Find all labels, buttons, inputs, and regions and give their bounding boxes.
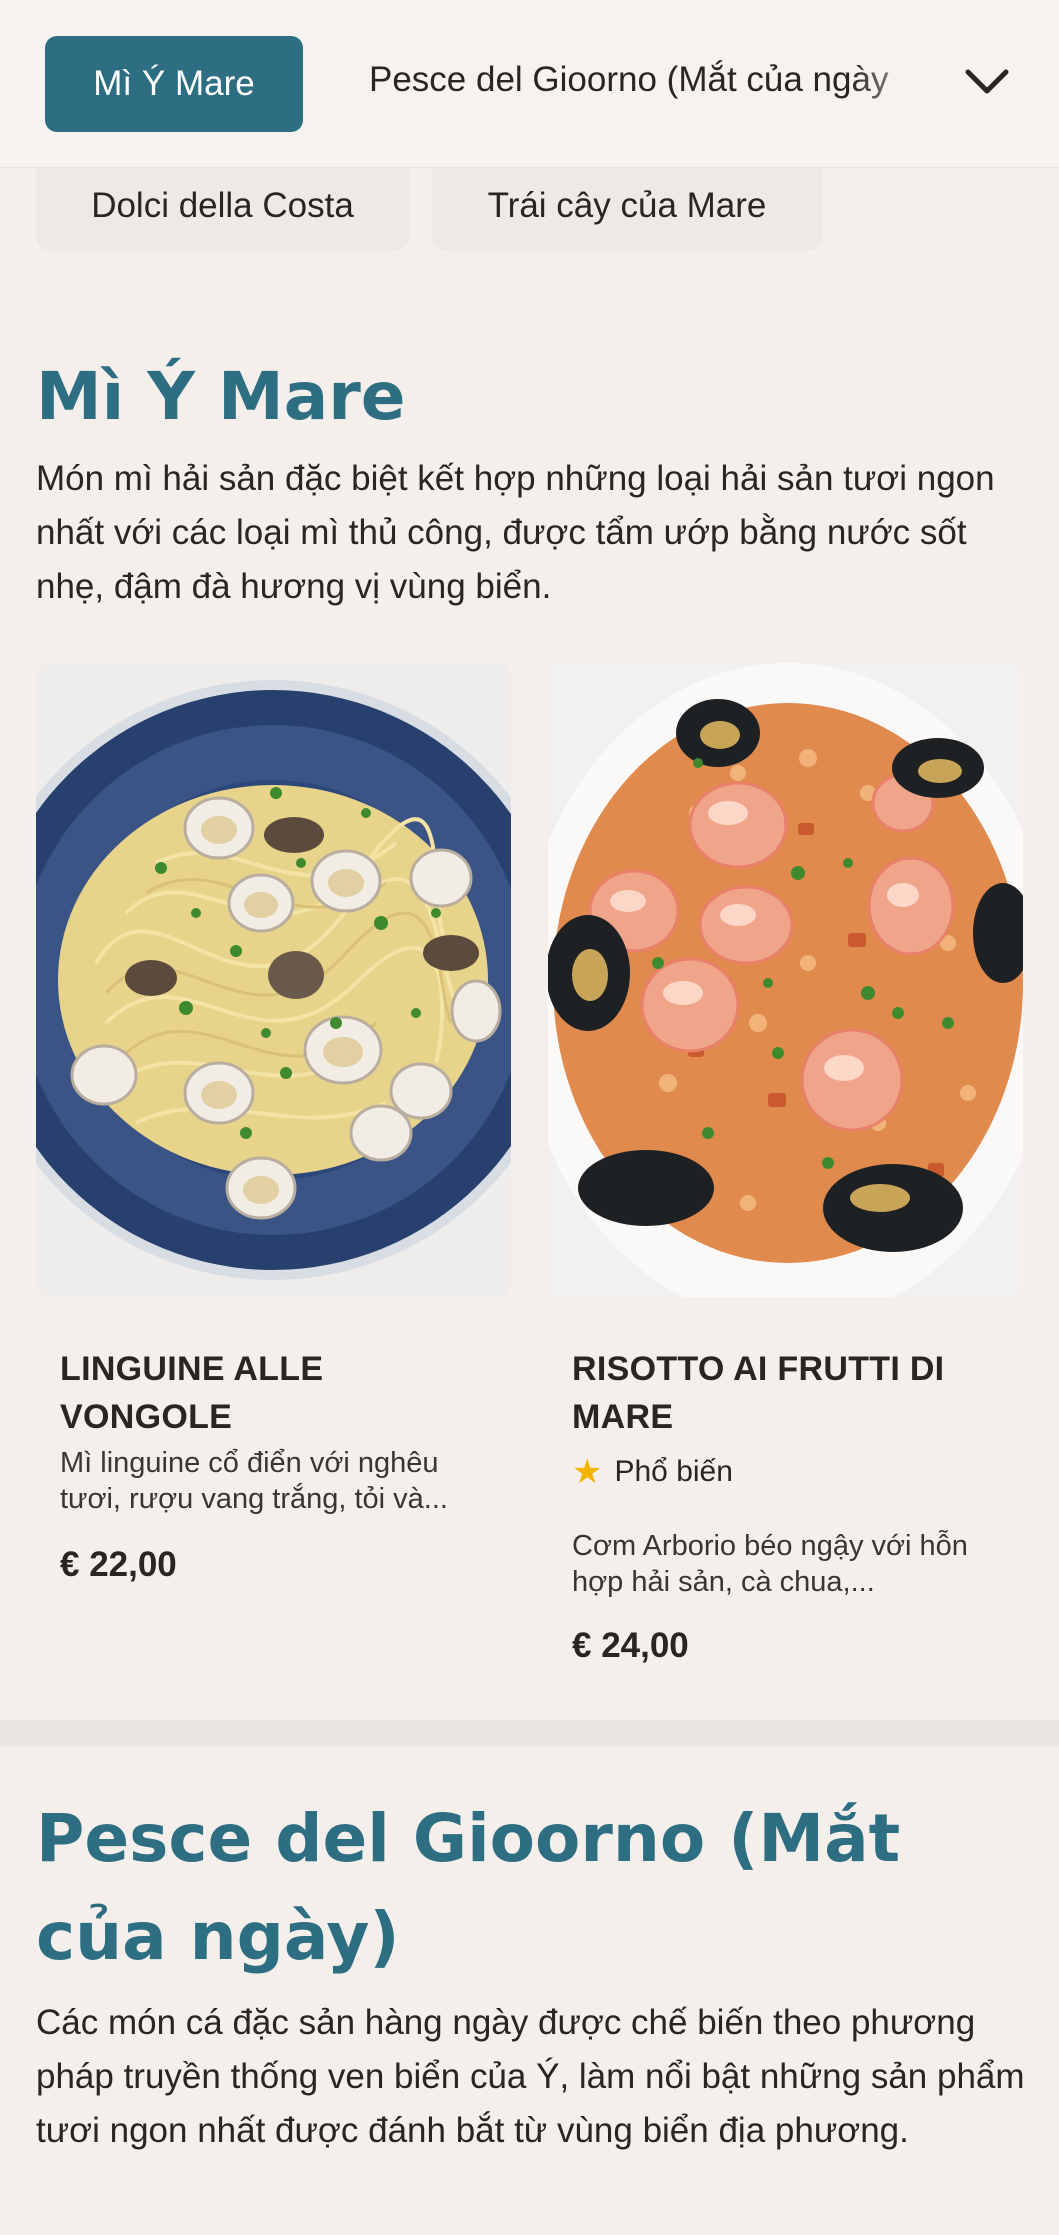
section-divider	[0, 1720, 1059, 1746]
item-price: € 22,00	[60, 1545, 177, 1584]
badge-label: Phổ biến	[614, 1455, 733, 1488]
item-name[interactable]: RISOTTO AI FRUTTI DI MARE	[572, 1345, 1012, 1441]
item-price: € 24,00	[572, 1626, 689, 1665]
section-title: Pesce del Gioorno (Mắt của ngày)	[36, 1800, 901, 1975]
nav-fade-overlay	[850, 40, 950, 130]
category-nav: Mì Ý Mare Pesce del Gioorno (Mắt của ngà…	[0, 0, 1059, 168]
item-description: Cơm Arborio béo ngậy với hỗn hợp hải sản…	[572, 1530, 968, 1598]
item-description: Mì linguine cổ điển với nghêu tươi, rượu…	[60, 1447, 448, 1515]
linguine-image[interactable]	[36, 663, 511, 1297]
linguine-photo	[36, 663, 511, 1297]
item-name[interactable]: LINGUINE ALLE VONGOLE	[60, 1345, 500, 1441]
category-tab-active[interactable]: Mì Ý Mare	[45, 36, 303, 132]
section-description: Các món cá đặc sản hàng ngày được chế bi…	[36, 2003, 1025, 2150]
star-icon: ★	[572, 1453, 603, 1491]
section-title: Mì Ý Mare	[36, 358, 406, 435]
risotto-photo	[548, 663, 1023, 1297]
category-chip-frutta[interactable]: Trái cây của Mare	[432, 160, 822, 251]
chevron-down-icon[interactable]	[962, 62, 1012, 102]
popular-badge: ★ Phổ biến	[572, 1452, 733, 1492]
section-description: Món mì hải sản đặc biệt kết hợp những lo…	[36, 459, 995, 606]
risotto-image[interactable]	[548, 663, 1023, 1297]
category-chip-dolci[interactable]: Dolci della Costa	[36, 160, 409, 251]
